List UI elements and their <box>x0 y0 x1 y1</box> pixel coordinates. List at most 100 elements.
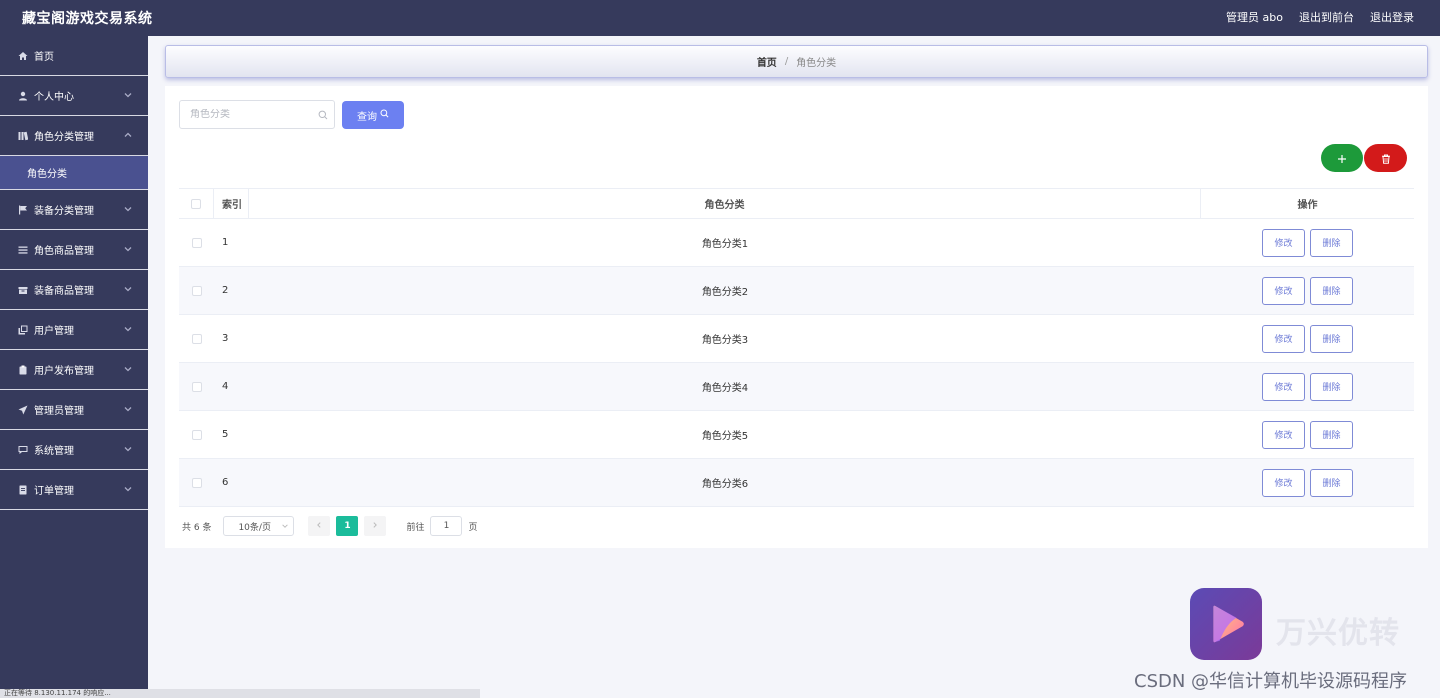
edit-button[interactable]: 修改 <box>1262 372 1305 401</box>
header-role-category: 角色分类 <box>249 189 1201 218</box>
app-title: 藏宝阁游戏交易系统 <box>22 11 153 27</box>
exit-to-front-link[interactable]: 退出到前台 <box>1299 9 1354 25</box>
row-index: 4 <box>222 381 229 392</box>
delete-button[interactable]: 删除 <box>1310 324 1353 353</box>
breadcrumb-home[interactable]: 首页 <box>757 54 777 69</box>
edit-button[interactable]: 修改 <box>1262 468 1305 497</box>
chevron-down-icon <box>123 204 133 214</box>
add-button[interactable] <box>1321 144 1363 172</box>
box-icon <box>17 284 29 296</box>
pagination-total: 共 6 条 <box>182 522 212 533</box>
row-index: 5 <box>222 429 229 440</box>
row-checkbox[interactable] <box>191 237 202 248</box>
edit-button[interactable]: 修改 <box>1262 228 1305 257</box>
sidebar-item-user-mgmt[interactable]: 用户管理 <box>0 310 148 350</box>
chevron-down-icon <box>123 244 133 254</box>
chevron-left-icon <box>315 521 323 532</box>
row-checkbox[interactable] <box>191 285 202 296</box>
search-field[interactable] <box>179 100 335 129</box>
row-index: 6 <box>222 477 229 488</box>
sidebar-item-admin-mgmt[interactable]: 管理员管理 <box>0 390 148 430</box>
row-index: 2 <box>222 285 229 296</box>
sidebar-item-equipment-goods-mgmt[interactable]: 装备商品管理 <box>0 270 148 310</box>
logout-link[interactable]: 退出登录 <box>1370 9 1414 25</box>
query-button[interactable]: 查询 <box>342 101 404 129</box>
delete-button[interactable]: 删除 <box>1310 372 1353 401</box>
sidebar: 首页 个人中心 角色分类管理 角色分类 装备分类管理 角色商品管理 装备商品管理… <box>0 36 148 698</box>
sidebar-item-personal-center[interactable]: 个人中心 <box>0 76 148 116</box>
row-checkbox[interactable] <box>191 477 202 488</box>
delete-button[interactable]: 删除 <box>1310 276 1353 305</box>
sidebar-item-label: 订单管理 <box>34 486 74 497</box>
row-role-category: 角色分类1 <box>701 239 749 250</box>
table-row: 1 角色分类1 修改 删除 <box>179 219 1414 267</box>
row-operations: 修改 删除 <box>1201 411 1414 458</box>
query-button-label: 查询 <box>357 111 377 123</box>
header-checkbox-cell <box>179 189 214 218</box>
goto-suffix: 页 <box>468 522 478 533</box>
delete-button[interactable]: 删除 <box>1310 228 1353 257</box>
sidebar-item-label: 系统管理 <box>34 446 74 457</box>
sidebar-item-home[interactable]: 首页 <box>0 36 148 76</box>
sidebar-item-role-category-mgmt[interactable]: 角色分类管理 <box>0 116 148 156</box>
row-checkbox-cell <box>179 267 214 314</box>
bars-icon <box>17 130 29 142</box>
breadcrumb-separator: / <box>784 56 789 67</box>
breadcrumb-current: 角色分类 <box>796 58 837 69</box>
chevron-down-icon <box>123 484 133 494</box>
prev-page-button[interactable] <box>308 516 331 536</box>
table-row: 4 角色分类4 修改 删除 <box>179 363 1414 411</box>
top-bar: 藏宝阁游戏交易系统 管理员 abo 退出到前台 退出登录 <box>0 0 1440 36</box>
sidebar-subitem-role-category[interactable]: 角色分类 <box>0 156 148 190</box>
pagination: 共 6 条 10条/页 1 前往 页 <box>182 516 477 536</box>
edit-button[interactable]: 修改 <box>1262 420 1305 449</box>
admin-user-label: 管理员 abo <box>1226 11 1283 24</box>
row-operations: 修改 删除 <box>1201 219 1414 266</box>
chevron-down-icon <box>281 522 289 530</box>
play-icon <box>1213 605 1244 643</box>
next-page-button[interactable] <box>364 516 387 536</box>
edit-button[interactable]: 修改 <box>1262 276 1305 305</box>
data-table: 索引 角色分类 操作 1 角色分类1 修改 删除 2 角色分类2 修改 删除 3 <box>179 188 1414 507</box>
plus-icon <box>1337 149 1347 168</box>
chevron-down-icon <box>123 324 133 334</box>
table-row: 3 角色分类3 修改 删除 <box>179 315 1414 363</box>
table-row: 5 角色分类5 修改 删除 <box>179 411 1414 459</box>
row-checkbox-cell <box>179 411 214 458</box>
page-size-select[interactable]: 10条/页 <box>223 516 295 536</box>
flag-icon <box>17 204 29 216</box>
chevron-down-icon <box>123 444 133 454</box>
row-role-category: 角色分类2 <box>701 287 749 298</box>
row-checkbox[interactable] <box>191 429 202 440</box>
row-checkbox-cell <box>179 363 214 410</box>
row-role-category: 角色分类4 <box>701 383 749 394</box>
search-input[interactable] <box>190 109 310 120</box>
sidebar-item-system-mgmt[interactable]: 系统管理 <box>0 430 148 470</box>
sidebar-item-order-mgmt[interactable]: 订单管理 <box>0 470 148 510</box>
goto-page-input[interactable] <box>430 516 463 536</box>
delete-button[interactable]: 删除 <box>1310 468 1353 497</box>
chevron-down-icon <box>123 364 133 374</box>
wondershare-logo <box>1190 588 1262 660</box>
list-icon <box>17 244 29 256</box>
row-checkbox-cell <box>179 219 214 266</box>
header-index: 索引 <box>214 189 249 218</box>
row-checkbox-cell <box>179 315 214 362</box>
sidebar-item-label: 角色分类管理 <box>34 132 94 143</box>
sidebar-item-role-goods-mgmt[interactable]: 角色商品管理 <box>0 230 148 270</box>
row-role-category: 角色分类3 <box>701 335 749 346</box>
row-index: 1 <box>222 237 229 248</box>
row-operations: 修改 删除 <box>1201 315 1414 362</box>
batch-delete-button[interactable] <box>1364 144 1407 172</box>
page-number-button[interactable]: 1 <box>336 516 359 536</box>
sidebar-item-label: 个人中心 <box>34 92 74 103</box>
delete-button[interactable]: 删除 <box>1310 420 1353 449</box>
row-checkbox[interactable] <box>191 381 202 392</box>
edit-button[interactable]: 修改 <box>1262 324 1305 353</box>
select-all-checkbox[interactable] <box>191 198 201 209</box>
chevron-right-icon <box>371 521 379 532</box>
sidebar-item-label: 用户管理 <box>34 326 74 337</box>
sidebar-item-equipment-category-mgmt[interactable]: 装备分类管理 <box>0 190 148 230</box>
row-checkbox[interactable] <box>191 333 202 344</box>
sidebar-item-user-publish-mgmt[interactable]: 用户发布管理 <box>0 350 148 390</box>
